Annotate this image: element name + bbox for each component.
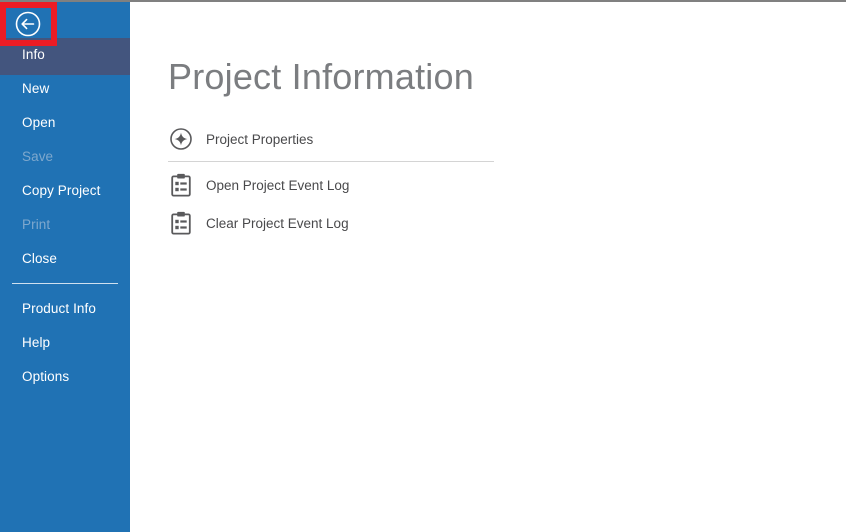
sidebar-item-save: Save — [22, 149, 54, 164]
action-label: Project Properties — [206, 131, 314, 147]
sidebar-item-print: Print — [22, 217, 51, 232]
sidebar-item-help[interactable]: Help — [0, 326, 130, 360]
sidebar-item-product-info[interactable]: Product Info — [0, 292, 130, 326]
sidebar-item-open[interactable]: Open — [0, 106, 130, 140]
clipboard-list-icon — [168, 210, 194, 236]
sidebar-divider — [0, 276, 130, 292]
action-label: Open Project Event Log — [206, 177, 350, 193]
sidebar-item-options[interactable]: Options — [0, 360, 130, 394]
action-clear-project-event-log[interactable]: Clear Project Event Log — [168, 204, 498, 242]
project-actions-list: Project Properties Open Project Event Lo… — [168, 120, 498, 242]
backstage-content-pane: Project Information Project Properties O… — [130, 2, 846, 532]
backstage-view: Info New Open Save Copy Project Print Cl… — [0, 0, 846, 532]
backstage-sidebar: Info New Open Save Copy Project Print Cl… — [0, 2, 130, 532]
action-project-properties[interactable]: Project Properties — [168, 120, 498, 158]
properties-star-circle-icon — [168, 126, 194, 152]
sidebar-item-copy-project[interactable]: Copy Project — [0, 174, 130, 208]
action-label: Clear Project Event Log — [206, 215, 349, 231]
page-title: Project Information — [168, 56, 474, 97]
sidebar-item-info[interactable]: Info — [0, 38, 130, 72]
action-open-project-event-log[interactable]: Open Project Event Log — [168, 166, 498, 204]
backstage-nav-list: Info New Open Save Copy Project Print Cl… — [0, 38, 130, 394]
clipboard-list-icon — [168, 172, 194, 198]
back-button[interactable] — [4, 6, 52, 42]
sidebar-item-new[interactable]: New — [0, 72, 130, 106]
sidebar-item-close[interactable]: Close — [0, 242, 130, 276]
actions-separator — [168, 161, 494, 162]
